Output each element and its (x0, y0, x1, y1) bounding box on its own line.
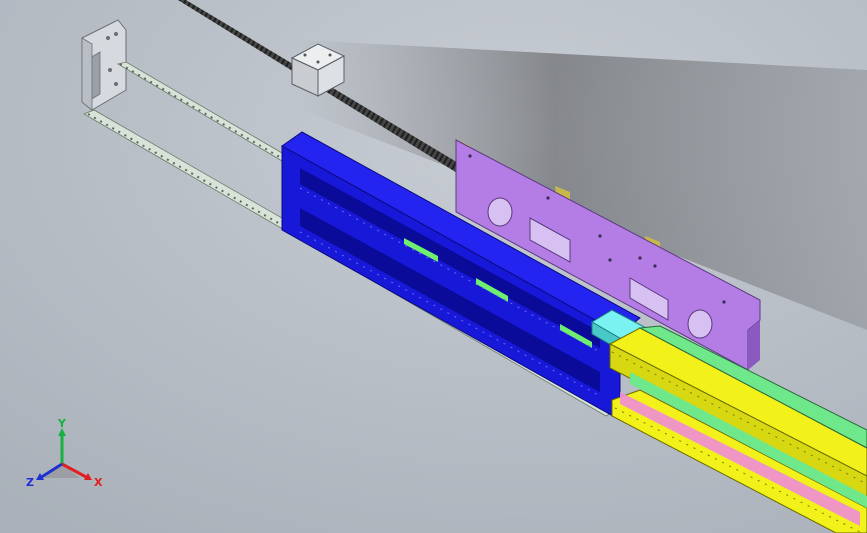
assembly-scene[interactable] (0, 0, 867, 533)
z-axis-label: Z (26, 476, 34, 489)
cad-viewport[interactable]: Y X Z (0, 0, 867, 533)
x-axis-label: X (94, 476, 103, 489)
view-orientation-triad[interactable]: Y X Z (24, 418, 114, 498)
y-axis-label: Y (57, 418, 67, 430)
